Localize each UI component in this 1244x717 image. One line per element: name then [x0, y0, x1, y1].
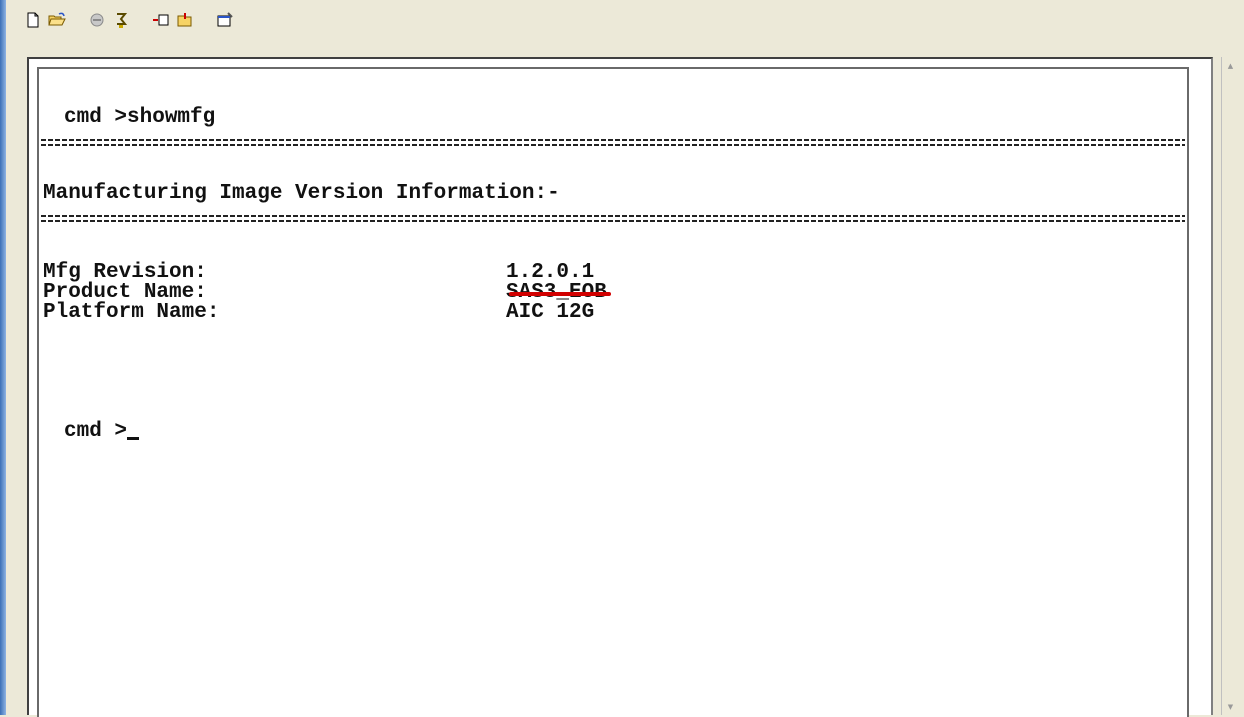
- open-icon[interactable]: [48, 11, 66, 29]
- connect-icon[interactable]: [112, 11, 130, 29]
- send-icon[interactable]: [152, 11, 170, 29]
- properties-icon[interactable]: [216, 11, 234, 29]
- separator-top: [41, 139, 1185, 147]
- text-cursor: [127, 437, 140, 440]
- separator-bottom: [41, 215, 1185, 223]
- platform-name-label: Platform Name:: [43, 301, 220, 324]
- new-icon[interactable]: [24, 11, 42, 29]
- terminal-frame: cmd >showmfg Manufacturing Image Version…: [27, 57, 1213, 717]
- current-prompt: cmd >: [64, 420, 140, 443]
- scroll-down-icon[interactable]: ▼: [1222, 698, 1239, 715]
- current-prompt-text: cmd >: [64, 420, 128, 443]
- disconnect-icon[interactable]: [88, 11, 106, 29]
- command-line: cmd >showmfg: [64, 106, 216, 129]
- revision-highlight-underline: [509, 292, 611, 296]
- section-heading: Manufacturing Image Version Information:…: [43, 182, 560, 205]
- scroll-up-icon[interactable]: ▲: [1222, 57, 1239, 74]
- window-left-edge: [0, 0, 6, 715]
- platform-name-value: AIC 12G: [506, 301, 595, 324]
- vertical-scrollbar[interactable]: ▲ ▼: [1221, 57, 1239, 715]
- receive-icon[interactable]: [176, 11, 194, 29]
- toolbar: [6, 0, 1244, 40]
- terminal-screen[interactable]: cmd >showmfg Manufacturing Image Version…: [37, 67, 1189, 717]
